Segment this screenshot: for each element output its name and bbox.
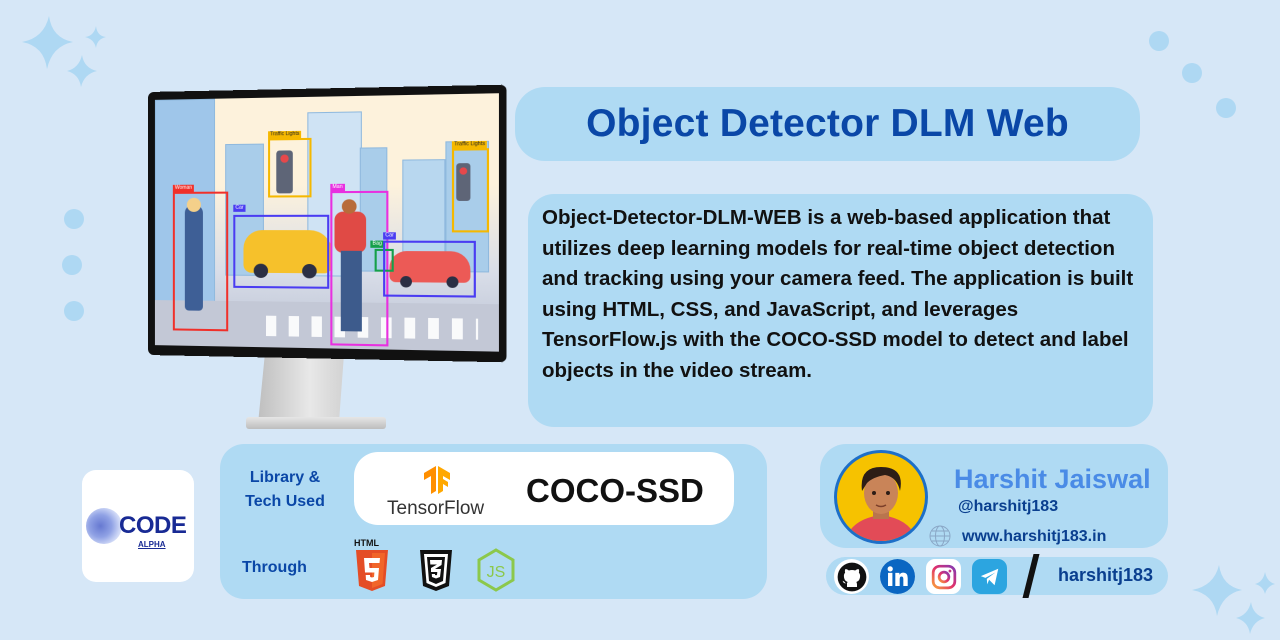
library-label: Library & Tech Used <box>234 466 336 514</box>
bbox-label: Woman <box>172 184 195 192</box>
bbox-label: Man <box>330 183 345 192</box>
bbox-car <box>383 240 476 298</box>
through-label: Through <box>242 559 307 576</box>
telegram-icon[interactable] <box>972 559 1007 594</box>
model-label: COCO-SSD <box>526 472 704 509</box>
description-text: Object-Detector-DLM-WEB is a web-based a… <box>542 206 1134 382</box>
globe-logo-icon <box>86 508 122 544</box>
decor-dot <box>1149 31 1169 51</box>
avatar-illustration <box>845 467 917 541</box>
social-panel: harshitj183 <box>826 554 1168 598</box>
monitor-base <box>246 417 386 429</box>
profile-handle: @harshitj183 <box>958 498 1059 515</box>
bbox-label: Traffic Lights <box>451 140 488 149</box>
css3-icon <box>420 550 452 591</box>
tensorflow-label: TensorFlow <box>387 498 485 519</box>
bbox-label: Traffic Lights <box>268 130 302 139</box>
html-label: HTML <box>354 538 379 548</box>
sparkle-icon <box>22 16 106 87</box>
logo-subtext: ALPHA <box>138 540 166 549</box>
monitor-illustration: Woman Car Traffic Lights Man Bag Car Tra… <box>140 84 507 437</box>
decor-dot <box>1216 98 1236 118</box>
bbox-woman <box>172 191 229 332</box>
bbox-label: Car <box>233 204 246 212</box>
title-banner: Object Detector DLM Web <box>515 87 1140 161</box>
website-link[interactable]: www.harshitj183.in <box>962 528 1106 546</box>
library-label-line1: Library & <box>249 469 321 486</box>
bbox-traffic-lights <box>268 137 312 198</box>
tech-panel: Library & Tech Used TensorFlow COCO-SSD … <box>220 444 767 599</box>
monitor-stand <box>258 354 344 424</box>
page-title: Object Detector DLM Web <box>586 102 1069 145</box>
decor-dot <box>62 255 82 275</box>
sparkle-icon <box>1192 565 1275 634</box>
svg-text:JS: JS <box>487 564 506 581</box>
github-icon[interactable] <box>834 559 869 594</box>
library-label-line2: Tech Used <box>245 493 325 510</box>
nodejs-icon: JS <box>477 548 515 592</box>
social-handle: harshitj183 <box>1058 565 1154 585</box>
globe-icon <box>929 525 951 547</box>
decor-dot <box>1182 63 1202 83</box>
divider-slash <box>1022 554 1040 598</box>
bbox-car <box>233 214 330 289</box>
instagram-icon[interactable] <box>926 559 961 594</box>
bbox-traffic-lights <box>451 148 490 233</box>
library-pill: TensorFlow COCO-SSD <box>354 452 734 525</box>
decor-dot <box>64 301 84 321</box>
logo-text: CODE <box>119 512 187 539</box>
monitor-bezel: Woman Car Traffic Lights Man Bag Car Tra… <box>148 84 507 363</box>
html5-icon <box>356 550 388 591</box>
linkedin-icon[interactable] <box>880 559 915 594</box>
decor-dot <box>64 209 84 229</box>
bbox-label: Bag <box>370 240 385 248</box>
profile-name: Harshit Jaiswal <box>954 464 1151 494</box>
bbox-label: Car <box>383 232 396 240</box>
avatar <box>834 450 928 544</box>
tensorflow-icon <box>424 466 450 494</box>
street-scene: Woman Car Traffic Lights Man Bag Car Tra… <box>154 93 499 352</box>
profile-panel: Harshit Jaiswal @harshitj183 www.harshit… <box>820 444 1168 548</box>
codealpha-logo: CODE ALPHA <box>82 470 194 582</box>
description-panel: Object-Detector-DLM-WEB is a web-based a… <box>528 194 1153 427</box>
